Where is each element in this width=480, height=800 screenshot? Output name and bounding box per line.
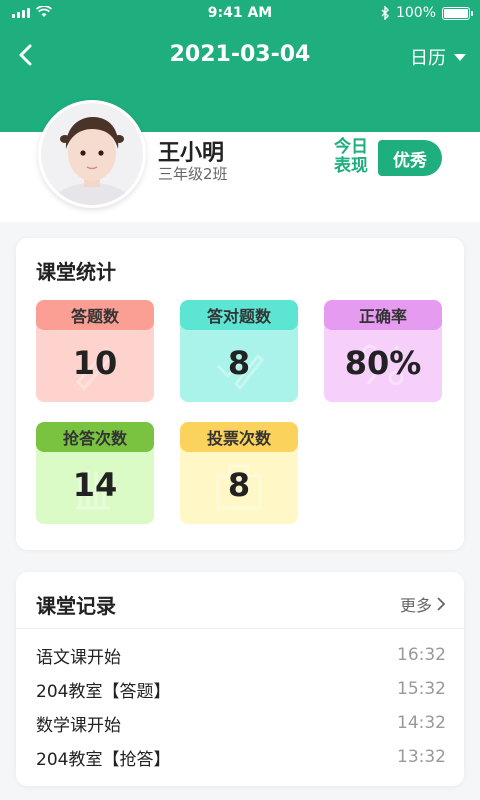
- performance-label: 今日 表现: [334, 138, 368, 176]
- stat-label: 正确率: [324, 300, 442, 330]
- performance-label-line2: 表现: [334, 156, 368, 176]
- chevron-down-icon: [454, 53, 466, 61]
- record-title: 204教室【答题】: [36, 681, 171, 702]
- chevron-right-icon: [437, 597, 446, 611]
- performance-badge: 优秀: [378, 140, 442, 176]
- stat-card-answers[interactable]: 答题数 10: [36, 300, 154, 402]
- bluetooth-icon: [381, 6, 389, 20]
- more-link[interactable]: 更多: [400, 592, 446, 616]
- record-time: 13:32: [397, 747, 446, 767]
- stat-value: 14: [72, 466, 118, 504]
- record-time: 16:32: [397, 645, 446, 665]
- avatar: [38, 100, 146, 208]
- child-photo-icon: [41, 103, 143, 205]
- stat-value: 8: [227, 344, 251, 382]
- battery-icon: [442, 6, 473, 20]
- status-bar: 9:41 AM 100%: [0, 0, 480, 30]
- record-time: 14:32: [397, 713, 446, 733]
- nav-bar: 2021-03-04 日历: [0, 36, 480, 76]
- calendar-dropdown[interactable]: 日历: [410, 44, 466, 70]
- record-title: 语文课开始: [36, 647, 121, 668]
- stat-value: 10: [72, 344, 118, 382]
- back-arrow-icon[interactable]: [12, 40, 42, 70]
- record-time: 15:32: [397, 679, 446, 699]
- date-title: 2021-03-04: [169, 42, 311, 67]
- student-class: 三年级2班: [158, 165, 228, 183]
- class-records-card: 课堂记录 更多 语文课开始 16:32 204教室【答题】 15:32 数学课开…: [16, 572, 464, 786]
- stat-label: 抢答次数: [36, 422, 154, 452]
- calendar-label: 日历: [410, 48, 446, 69]
- battery-percent: 100%: [395, 5, 436, 21]
- stat-value: 80%: [344, 344, 422, 382]
- stat-value: 8: [227, 466, 251, 504]
- stats-title: 课堂统计: [36, 260, 116, 284]
- record-item[interactable]: 数学课开始 14:32: [36, 708, 446, 738]
- records-title: 课堂记录: [36, 594, 116, 618]
- stat-label: 答题数: [36, 300, 154, 330]
- record-title: 204教室【抢答】: [36, 749, 171, 770]
- divider: [16, 628, 464, 629]
- performance-label-line1: 今日: [334, 137, 368, 157]
- status-right-icons: 100%: [380, 5, 473, 21]
- stat-label: 投票次数: [180, 422, 298, 452]
- stat-card-rush[interactable]: 抢答次数 14: [36, 422, 154, 524]
- more-label: 更多: [399, 596, 432, 615]
- record-item[interactable]: 204教室【答题】 15:32: [36, 674, 446, 704]
- stat-label: 答对题数: [180, 300, 298, 330]
- record-item[interactable]: 204教室【抢答】 13:32: [36, 742, 446, 772]
- stat-card-votes[interactable]: 投票次数 8: [180, 422, 298, 524]
- record-title: 数学课开始: [36, 715, 121, 736]
- record-item[interactable]: 语文课开始 16:32: [36, 640, 446, 670]
- class-stats-card: 课堂统计 答题数 10 答对题数 8 正确率 80% 抢答次数 14 投票次数: [16, 238, 464, 550]
- stat-card-correct[interactable]: 答对题数 8: [180, 300, 298, 402]
- stat-card-accuracy[interactable]: 正确率 80%: [324, 300, 442, 402]
